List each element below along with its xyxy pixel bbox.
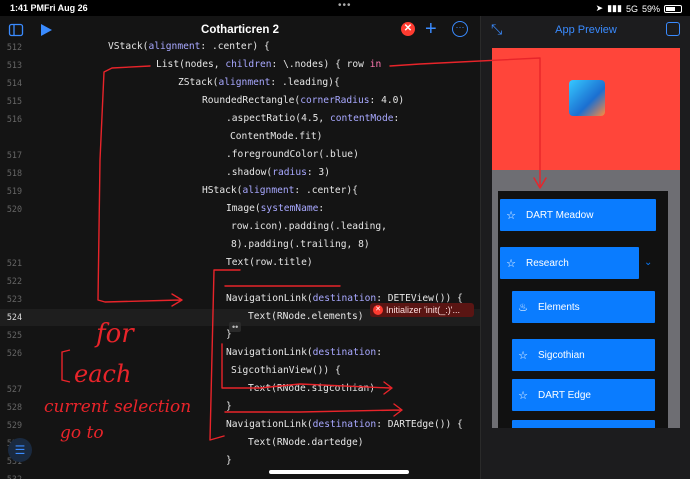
line-number: 524: [6, 312, 22, 322]
signal-icon: ▮▮▮: [607, 3, 622, 13]
code-line[interactable]: }: [226, 401, 232, 412]
list-item-partial[interactable]: [512, 420, 655, 428]
code-line[interactable]: NavigationLink(destination: DARTEdge()) …: [226, 419, 463, 430]
preview-list: ☆ DART Meadow ☆ Research ⌄ ♨ Elements ☆ …: [498, 191, 668, 428]
line-number: 526: [6, 348, 22, 358]
fold-marker[interactable]: ••: [229, 322, 242, 332]
line-number: 532: [6, 474, 22, 479]
line-number: 517: [6, 150, 22, 160]
inline-error-message[interactable]: Initializer 'init(_:)'...: [370, 303, 474, 317]
app-preview-pane: ⤡ App Preview ☆ DART Meadow ☆ Research ⌄…: [480, 16, 690, 479]
status-bar: 1:41 PM Fri Aug 26 ••• ➤ ▮▮▮ 5G 59%: [0, 0, 690, 16]
code-line[interactable]: NavigationLink(destination:: [226, 347, 382, 358]
line-number: 516: [6, 114, 22, 124]
line-number: 528: [6, 402, 22, 412]
line-number: 523: [6, 294, 22, 304]
list-item[interactable]: ☆ DART Edge: [512, 379, 655, 411]
issues-icon[interactable]: ☰: [8, 438, 32, 462]
code-line[interactable]: Text(RNode.elements): [248, 311, 364, 322]
battery-percent: 59%: [641, 3, 660, 14]
code-line[interactable]: RoundedRectangle(cornerRadius: 4.0): [202, 95, 404, 106]
line-number: 522: [6, 276, 22, 286]
chevron-down-icon[interactable]: ⌄: [644, 257, 652, 268]
preview-header-area: [492, 48, 680, 170]
line-number: 525: [6, 330, 22, 340]
code-line[interactable]: row.icon).padding(.leading,: [231, 221, 387, 232]
status-date: Fri Aug 26: [44, 3, 88, 13]
more-icon[interactable]: ···: [452, 21, 468, 37]
line-number: 520: [6, 204, 22, 214]
stack-icon[interactable]: [666, 22, 680, 36]
code-line[interactable]: HStack(alignment: .center){: [202, 185, 358, 196]
line-number: 515: [6, 96, 22, 106]
code-line[interactable]: SigcothianView()) {: [231, 365, 341, 376]
code-line[interactable]: Text(row.title): [226, 257, 313, 268]
list-item[interactable]: ☆ Sigcothian: [512, 339, 655, 371]
editor-toolbar: Cotharticren 2 ✕ + ···: [0, 16, 480, 44]
list-item-label: Research: [526, 257, 569, 269]
code-line[interactable]: Text(RNode.dartedge): [248, 437, 364, 448]
list-item-label: DART Meadow: [526, 209, 594, 221]
list-item[interactable]: ☆ Research: [500, 247, 639, 279]
line-number: 519: [6, 186, 22, 196]
list-item-label: Sigcothian: [538, 349, 585, 361]
code-line[interactable]: List(nodes, children: \.nodes) { row in: [156, 59, 381, 70]
code-line[interactable]: VStack(alignment: .center) {: [108, 41, 270, 52]
error-icon[interactable]: ✕: [401, 22, 415, 36]
app-logo: [569, 80, 605, 116]
code-line[interactable]: }: [226, 455, 232, 466]
code-line[interactable]: 8).padding(.trailing, 8): [231, 239, 370, 250]
star-icon: ☆: [518, 349, 528, 362]
code-line[interactable]: .shadow(radius: 3): [226, 167, 330, 178]
code-line[interactable]: ContentMode.fit): [230, 131, 322, 142]
code-line[interactable]: Image(systemName:: [226, 203, 324, 214]
star-icon: ☆: [506, 209, 516, 222]
status-right: ➤ ▮▮▮ 5G 59%: [596, 3, 682, 14]
battery-icon: [664, 4, 682, 13]
line-number: 518: [6, 168, 22, 178]
multitasking-dots[interactable]: •••: [338, 0, 352, 11]
code-line[interactable]: ZStack(alignment: .leading){: [178, 77, 340, 88]
code-line[interactable]: Text(RNode.sigcothian): [248, 383, 375, 394]
home-indicator[interactable]: [269, 470, 409, 474]
location-icon: ➤: [595, 3, 604, 13]
line-number: 512: [6, 42, 22, 52]
list-item-label: Elements: [538, 301, 580, 313]
line-number: 521: [6, 258, 22, 268]
line-number: 529: [6, 420, 22, 430]
network-label: 5G: [625, 3, 638, 14]
list-item-label: DART Edge: [538, 389, 591, 401]
code-editor: Cotharticren 2 ✕ + ··· 512 VStack(alignme…: [0, 16, 480, 479]
code-line[interactable]: .foregroundColor(.blue): [226, 149, 359, 160]
star-icon: ☆: [506, 257, 516, 270]
line-number: 513: [6, 60, 22, 70]
line-number: 527: [6, 384, 22, 394]
status-time: 1:41 PM: [10, 3, 45, 13]
plus-icon[interactable]: +: [425, 18, 437, 40]
flame-icon: ♨: [518, 301, 528, 314]
list-item[interactable]: ☆ DART Meadow: [500, 199, 656, 231]
star-icon: ☆: [518, 389, 528, 402]
preview-title: App Preview: [555, 24, 617, 36]
line-number: 514: [6, 78, 22, 88]
code-line[interactable]: .aspectRatio(4.5, contentMode:: [226, 113, 399, 124]
list-item[interactable]: ♨ Elements: [512, 291, 655, 323]
